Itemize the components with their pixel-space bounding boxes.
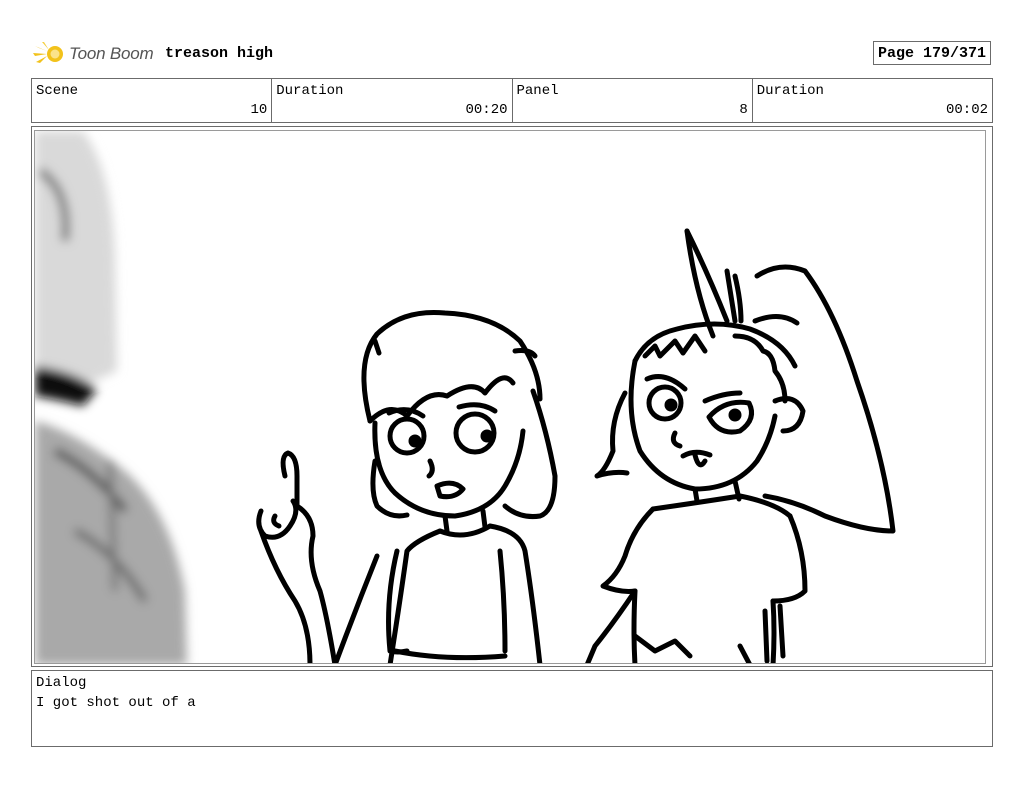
- panel-label: Panel: [516, 83, 559, 99]
- storyboard-header: Toon Boom treason high Page 179/371: [0, 0, 1024, 75]
- blurred-foreground-figure: [35, 131, 187, 663]
- toon-boom-logo-icon: [33, 42, 63, 63]
- panel-duration-value: 00:02: [945, 102, 988, 118]
- dialog-label: Dialog: [36, 675, 87, 691]
- panel-cell: Panel 8: [513, 79, 753, 122]
- project-title: treason high: [165, 45, 274, 62]
- scene-duration-cell: Duration 00:20: [272, 79, 513, 122]
- scene-value: 10: [250, 102, 268, 118]
- dialog-text: I got shot out of a: [36, 695, 196, 711]
- panel-duration-label: Duration: [756, 83, 824, 99]
- storyboard-sketch-icon: [35, 131, 896, 663]
- panel-duration-cell: Duration 00:02: [753, 79, 992, 122]
- toon-boom-logo: Toon Boom: [33, 38, 154, 70]
- scene-label: Scene: [36, 83, 79, 99]
- page-number: Page 179/371: [873, 41, 991, 65]
- sketch-characters: [256, 228, 896, 663]
- logo-text: Toon Boom: [69, 44, 154, 63]
- panel-value: 8: [739, 102, 748, 118]
- scene-duration-value: 00:20: [465, 102, 508, 118]
- scene-cell: Scene 10: [32, 79, 273, 122]
- storyboard-panel-image: [34, 130, 986, 664]
- scene-duration-label: Duration: [276, 83, 344, 99]
- dialog-box: Dialog I got shot out of a: [31, 670, 993, 747]
- info-row: Scene 10 Duration 00:20 Panel 8 Duration…: [31, 78, 993, 123]
